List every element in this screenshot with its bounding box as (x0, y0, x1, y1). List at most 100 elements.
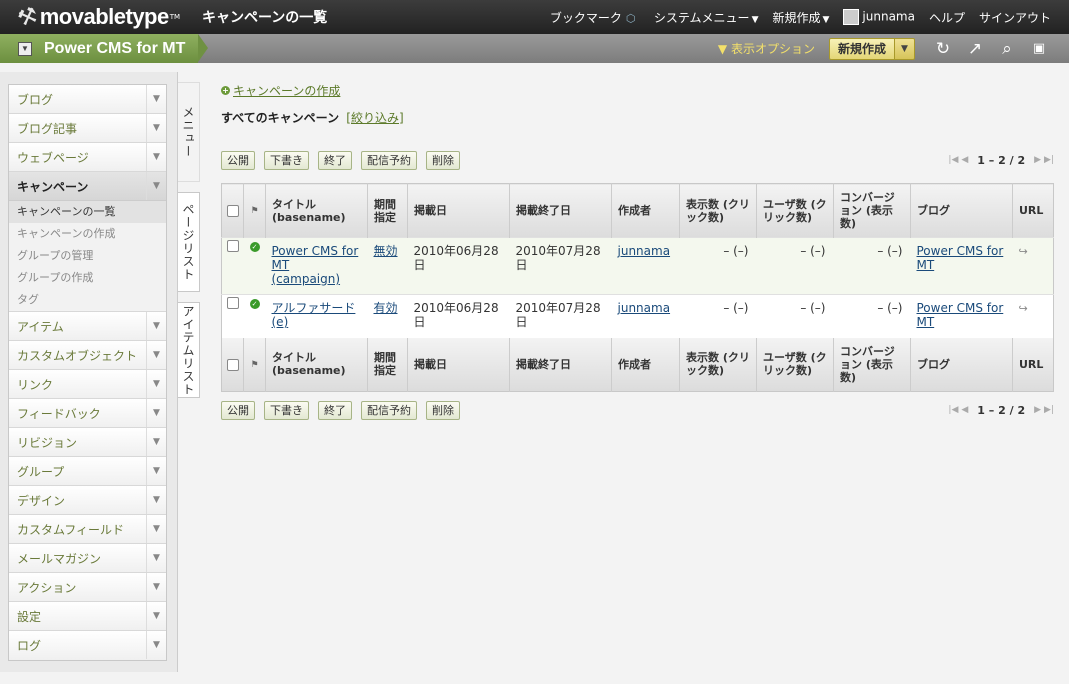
sidebar-item-log[interactable]: ログ ▼ (9, 631, 166, 660)
chevron-down-icon[interactable]: ▼ (146, 573, 166, 601)
col-conversion-footer[interactable]: コンバージョン (表示数) (833, 337, 911, 392)
delete-button[interactable]: 削除 (426, 400, 460, 420)
draft-button[interactable]: 下書き (264, 400, 309, 420)
chevron-down-icon[interactable]: ▼ (894, 38, 914, 59)
col-period[interactable]: 期間指定 (367, 183, 408, 238)
filter-link[interactable]: [絞り込み] (346, 111, 403, 125)
chevron-down-icon[interactable]: ▼ (146, 486, 166, 514)
lock-icon[interactable]: ▣ (1029, 41, 1049, 56)
next-page-icon[interactable]: ▶ (1034, 405, 1041, 415)
chevron-down-icon[interactable]: ▼ (146, 143, 166, 171)
next-page-icon[interactable]: ▶ (1034, 155, 1041, 165)
chevron-down-icon[interactable]: ▼ (146, 172, 166, 200)
row-period-link[interactable]: 有効 (374, 301, 398, 315)
col-period-footer[interactable]: 期間指定 (367, 337, 408, 392)
delete-button[interactable]: 削除 (426, 150, 460, 170)
col-users-footer[interactable]: ユーザ数 (クリック数) (756, 337, 834, 392)
select-all-footer[interactable] (221, 337, 244, 392)
schedule-button[interactable]: 配信予約 (361, 150, 417, 170)
sidebar-item-newsletter[interactable]: メールマガジン ▼ (9, 544, 166, 573)
external-view-icon[interactable]: ↗ (965, 39, 985, 59)
col-views[interactable]: 表示数 (クリック数) (679, 183, 757, 238)
tab-menu[interactable]: メニュー (178, 82, 200, 182)
sidebar-item-revisions[interactable]: リビジョン ▼ (9, 428, 166, 457)
chevron-down-icon[interactable]: ▼ (146, 428, 166, 456)
search-icon[interactable]: ⌕ (997, 39, 1017, 59)
schedule-button[interactable]: 配信予約 (361, 400, 417, 420)
dropdown-icon[interactable]: ▼ (18, 41, 32, 56)
user-menu[interactable]: junnama (843, 9, 915, 25)
sidebar-item-settings[interactable]: 設定 ▼ (9, 602, 166, 631)
col-views-footer[interactable]: 表示数 (クリック数) (679, 337, 757, 392)
help-link[interactable]: ヘルプ (929, 9, 965, 26)
chevron-down-icon[interactable]: ▼ (146, 312, 166, 340)
chevron-down-icon[interactable]: ▼ (146, 631, 166, 659)
sidebar-item-actions[interactable]: アクション ▼ (9, 573, 166, 602)
bookmark-menu[interactable]: ブックマーク ⬡ (550, 9, 640, 26)
row-author-link[interactable]: junnama (618, 244, 671, 258)
submenu-group-manage[interactable]: グループの管理 (9, 245, 166, 267)
draft-button[interactable]: 下書き (264, 150, 309, 170)
signout-link[interactable]: サインアウト (979, 9, 1051, 26)
sidebar-item-entries[interactable]: ブログ記事 ▼ (9, 114, 166, 143)
col-start[interactable]: 掲載日 (407, 183, 510, 238)
row-title-link[interactable]: Power CMS for MT (campaign) (272, 244, 359, 286)
tab-page-list[interactable]: ページリスト (178, 192, 200, 292)
col-conversion[interactable]: コンバージョン (表示数) (833, 183, 911, 238)
row-period-link[interactable]: 無効 (374, 244, 398, 258)
new-menu[interactable]: 新規作成 ▼ (772, 9, 829, 26)
col-blog-footer[interactable]: ブログ (910, 337, 1013, 392)
prev-page-icon[interactable]: ◀ (961, 405, 968, 415)
col-start-footer[interactable]: 掲載日 (407, 337, 510, 392)
display-options-toggle[interactable]: ▼ 表示オプション (718, 40, 815, 57)
end-button[interactable]: 終了 (318, 400, 352, 420)
last-page-icon[interactable]: ▶| (1044, 155, 1054, 165)
row-checkbox[interactable] (226, 239, 239, 252)
select-all-checkbox[interactable] (226, 205, 239, 217)
chevron-down-icon[interactable]: ▼ (146, 341, 166, 369)
chevron-down-icon[interactable]: ▼ (146, 544, 166, 572)
col-users[interactable]: ユーザ数 (クリック数) (756, 183, 834, 238)
publish-button[interactable]: 公開 (221, 150, 255, 170)
col-end-footer[interactable]: 掲載終了日 (509, 337, 612, 392)
first-page-icon[interactable]: |◀ (948, 155, 958, 165)
chevron-down-icon[interactable]: ▼ (146, 114, 166, 142)
rebuild-icon[interactable]: ↻ (933, 39, 953, 59)
system-menu[interactable]: システムメニュー ▼ (654, 9, 759, 26)
chevron-down-icon[interactable]: ▼ (146, 85, 166, 113)
create-campaign-link[interactable]: キャンペーンの作成 (233, 82, 340, 99)
select-all-checkbox[interactable] (226, 358, 239, 371)
logo[interactable]: ⚒ movabletype TM (0, 2, 190, 32)
chevron-down-icon[interactable]: ▼ (146, 602, 166, 630)
sidebar-item-blog[interactable]: ブログ ▼ (9, 85, 166, 114)
col-end[interactable]: 掲載終了日 (509, 183, 612, 238)
sidebar-item-groups[interactable]: グループ ▼ (9, 457, 166, 486)
sidebar-item-items[interactable]: アイテム ▼ (9, 312, 166, 341)
publish-button[interactable]: 公開 (221, 400, 255, 420)
first-page-icon[interactable]: |◀ (948, 405, 958, 415)
sidebar-item-campaign[interactable]: キャンペーン ▼ (9, 172, 166, 201)
chevron-down-icon[interactable]: ▼ (146, 457, 166, 485)
col-author[interactable]: 作成者 (611, 183, 680, 238)
col-author-footer[interactable]: 作成者 (611, 337, 680, 392)
submenu-tags[interactable]: タグ (9, 289, 166, 311)
row-checkbox[interactable] (226, 296, 239, 309)
submenu-group-create[interactable]: グループの作成 (9, 267, 166, 289)
row-author-link[interactable]: junnama (618, 301, 671, 315)
tab-item-list[interactable]: アイテムリスト (178, 302, 200, 398)
prev-page-icon[interactable]: ◀ (961, 155, 968, 165)
select-all-header[interactable] (221, 183, 244, 238)
end-button[interactable]: 終了 (318, 150, 352, 170)
row-title-link[interactable]: アルファサード (e) (272, 301, 356, 329)
view-url-icon[interactable]: ↪ (1019, 302, 1028, 315)
submenu-campaign-list[interactable]: キャンペーンの一覧 (9, 201, 166, 223)
sidebar-item-pages[interactable]: ウェブページ ▼ (9, 143, 166, 172)
sidebar-item-links[interactable]: リンク ▼ (9, 370, 166, 399)
blog-selector[interactable]: ▼ Power CMS for MT (0, 34, 208, 63)
submenu-campaign-create[interactable]: キャンペーンの作成 (9, 223, 166, 245)
chevron-down-icon[interactable]: ▼ (146, 515, 166, 543)
sidebar-item-custom-objects[interactable]: カスタムオブジェクト ▼ (9, 341, 166, 370)
chevron-down-icon[interactable]: ▼ (146, 399, 166, 427)
sidebar-item-feedback[interactable]: フィードバック ▼ (9, 399, 166, 428)
col-title-footer[interactable]: タイトル (basename) (265, 337, 368, 392)
